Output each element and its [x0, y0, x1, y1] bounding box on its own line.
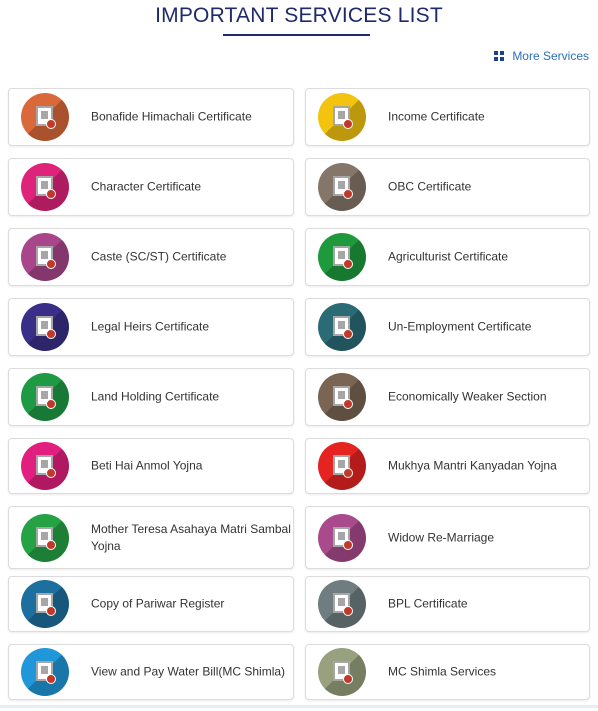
service-card[interactable]: OBC Certificate — [305, 158, 590, 216]
service-label: Mukhya Mantri Kanyadan Yojna — [388, 458, 557, 473]
certificate-icon — [318, 163, 366, 211]
service-card[interactable]: MC Shimla Services — [305, 644, 590, 700]
service-label: Legal Heirs Certificate — [91, 319, 210, 334]
mc-shimla-icon — [318, 648, 366, 696]
certificate-icon — [21, 233, 69, 281]
service-label: Caste (SC/ST) Certificate — [91, 249, 227, 264]
service-label: Widow Re-Marriage — [388, 530, 495, 544]
service-label: Beti Hai Anmol Yojna — [91, 458, 203, 473]
certificate-icon — [318, 373, 366, 421]
service-card[interactable]: Bonafide Himachali Certificate — [8, 88, 294, 146]
title-underline — [223, 34, 370, 36]
service-card[interactable]: Un-Employment Certificate — [305, 298, 590, 356]
service-label: MC Shimla Services — [388, 664, 497, 679]
certificate-icon — [318, 580, 366, 628]
service-label: Agriculturist Certificate — [388, 249, 509, 264]
service-label: View and Pay Water Bill(MC Shimla) — [91, 664, 286, 679]
service-label: Copy of Pariwar Register — [91, 596, 225, 611]
service-card[interactable]: View and Pay Water Bill(MC Shimla) — [8, 644, 294, 700]
service-card[interactable]: BPL Certificate — [305, 576, 590, 632]
service-label: Bonafide Himachali Certificate — [91, 109, 252, 124]
employment-icon — [318, 303, 366, 351]
mother-icon — [21, 513, 69, 562]
grid-icon — [494, 51, 505, 61]
service-card[interactable]: Character Certificate — [8, 158, 294, 216]
water-bill-icon — [21, 648, 69, 696]
service-card[interactable]: Mukhya Mantri Kanyadan Yojna — [305, 438, 590, 494]
service-card[interactable]: Widow Re-Marriage — [305, 506, 590, 569]
service-label: OBC Certificate — [388, 179, 472, 194]
service-card[interactable]: Land Holding Certificate — [8, 368, 294, 426]
more-services-label: More Services — [512, 49, 589, 63]
page-title: IMPORTANT SERVICES LIST — [155, 4, 443, 27]
service-card[interactable]: Economically Weaker Section — [305, 368, 590, 426]
service-card[interactable]: Beti Hai Anmol Yojna — [8, 438, 294, 494]
kanyadan-icon — [318, 442, 366, 490]
register-icon — [21, 580, 69, 628]
certificate-icon — [21, 303, 69, 351]
certificate-icon — [318, 93, 366, 141]
service-label: Income Certificate — [388, 109, 485, 124]
service-label: Character Certificate — [91, 179, 202, 194]
land-icon — [21, 373, 69, 421]
agriculture-icon — [318, 233, 366, 281]
service-label: Un-Employment Certificate — [388, 319, 532, 334]
service-card[interactable]: Copy of Pariwar Register — [8, 576, 294, 632]
service-label: Economically Weaker Section — [388, 389, 547, 404]
certificate-icon — [21, 163, 69, 211]
service-card[interactable]: Income Certificate — [305, 88, 590, 146]
service-card[interactable]: Caste (SC/ST) Certificate — [8, 228, 294, 286]
certificate-icon — [21, 93, 69, 141]
service-label: BPL Certificate — [388, 596, 468, 611]
service-label: Land Holding Certificate — [91, 389, 220, 404]
girl-child-icon — [21, 442, 69, 490]
service-label: Mother Teresa Asahaya Matri Sambal Yojna — [91, 521, 291, 553]
service-card[interactable]: Legal Heirs Certificate — [8, 298, 294, 356]
more-services-link[interactable]: More Services — [494, 48, 589, 64]
widow-icon — [318, 513, 366, 562]
service-card[interactable]: Mother Teresa Asahaya Matri Sambal Yojna — [8, 506, 294, 569]
footer-divider — [0, 705, 598, 708]
service-card[interactable]: Agriculturist Certificate — [305, 228, 590, 286]
